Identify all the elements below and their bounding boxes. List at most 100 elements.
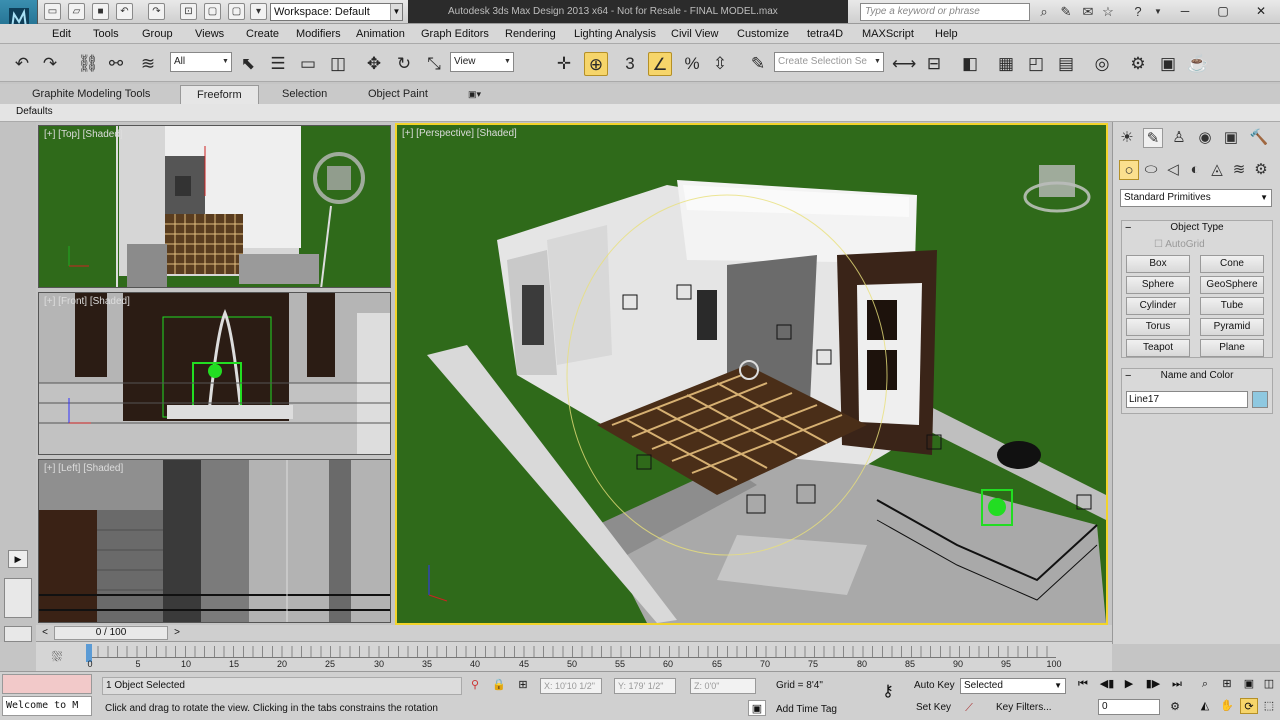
hierarchy-tab-icon[interactable]: ♙ xyxy=(1169,128,1189,148)
viewport-perspective-label[interactable]: [+] [Perspective] [Shaded] xyxy=(402,128,517,139)
menu-modifiers[interactable]: Modifiers xyxy=(296,27,341,41)
maximize-viewport-icon[interactable]: ⬚ xyxy=(1260,698,1278,714)
snaps-toggle-icon[interactable]: 3 xyxy=(618,52,642,76)
absolute-mode-icon[interactable]: ⊞ xyxy=(514,677,532,693)
viewport-front[interactable]: [+] [Front] [Shaded] xyxy=(38,292,391,455)
create-tab-icon[interactable]: ☀ xyxy=(1117,128,1137,148)
redo-icon[interactable]: ↷ xyxy=(38,52,62,76)
viewport-top-label[interactable]: [+] [Top] [Shaded] xyxy=(44,129,123,140)
primitive-category-select[interactable]: Standard Primitives ▼ xyxy=(1120,189,1272,207)
selection-filter-select[interactable]: All ▼ xyxy=(170,52,232,72)
torus-button[interactable]: Torus xyxy=(1126,318,1190,336)
menu-group[interactable]: Group xyxy=(142,27,173,41)
favorites-star-icon[interactable]: ☆ xyxy=(1100,4,1116,20)
menu-lighting-analysis[interactable]: Lighting Analysis xyxy=(574,27,656,41)
open-file-icon[interactable]: ▱ xyxy=(68,3,85,20)
search-input[interactable]: Type a keyword or phrase xyxy=(860,3,1030,21)
y-coordinate-field[interactable]: Y: 179' 1/2" xyxy=(614,678,676,694)
cylinder-button[interactable]: Cylinder xyxy=(1126,297,1190,315)
key-filters-button[interactable]: Key Filters... xyxy=(996,702,1052,713)
named-selection-input[interactable]: Create Selection Se ▼ xyxy=(774,52,884,72)
close-button[interactable]: ✕ xyxy=(1242,0,1280,22)
helpers-icon[interactable]: ◬ xyxy=(1207,160,1227,180)
zoom-extents-all-icon[interactable]: ◫ xyxy=(1260,676,1278,692)
display-tab-icon[interactable]: ▣ xyxy=(1221,128,1241,148)
menu-graph-editors[interactable]: Graph Editors xyxy=(421,27,489,41)
layout-tab-icon[interactable] xyxy=(4,578,32,618)
select-by-name-icon[interactable]: ☰ xyxy=(266,52,290,76)
material-editor-icon[interactable]: ◎ xyxy=(1090,52,1114,76)
help-icon[interactable]: ? xyxy=(1130,4,1146,20)
save-file-icon[interactable]: ■ xyxy=(92,3,109,20)
layout-tab-2-icon[interactable] xyxy=(4,626,32,642)
schematic-view-icon[interactable]: ▤ xyxy=(1054,52,1078,76)
pyramid-button[interactable]: Pyramid xyxy=(1200,318,1264,336)
set-key-button[interactable]: Set Key xyxy=(916,702,951,713)
fetch-icon[interactable]: ▢ xyxy=(204,3,221,20)
selection-lock-icon[interactable]: 🔒 xyxy=(490,677,508,693)
tab-selection[interactable]: Selection xyxy=(266,85,343,104)
graphite-toggle-icon[interactable]: ▦ xyxy=(994,52,1018,76)
isolate-selection-icon[interactable]: ⚲ xyxy=(466,677,484,693)
add-time-tag-button[interactable]: Add Time Tag xyxy=(776,704,837,715)
new-scene-icon[interactable]: ▭ xyxy=(44,3,61,20)
play-icon[interactable]: ▶ xyxy=(1120,676,1138,692)
key-mode-select[interactable]: Selected ▼ xyxy=(960,678,1066,694)
help-dropdown-icon[interactable]: ▼ xyxy=(1150,4,1166,20)
mirror-icon[interactable]: ⟷ xyxy=(892,52,916,76)
viewport-left-label[interactable]: [+] [Left] [Shaded] xyxy=(44,463,123,474)
menu-edit[interactable]: Edit xyxy=(52,27,71,41)
ribbon-options-icon[interactable]: ▣▾ xyxy=(464,85,485,104)
tab-object-paint[interactable]: Object Paint xyxy=(352,85,444,104)
auto-key-button[interactable]: Auto Key xyxy=(914,680,955,691)
current-frame-input[interactable]: 0 xyxy=(1098,699,1160,715)
tube-button[interactable]: Tube xyxy=(1200,297,1264,315)
name-and-color-header[interactable]: − Name and Color xyxy=(1122,369,1272,384)
zoom-extents-icon[interactable]: ▣ xyxy=(1240,676,1258,692)
zoom-all-icon[interactable]: ⊞ xyxy=(1218,676,1236,692)
next-frame-icon[interactable]: > xyxy=(170,626,184,640)
go-to-end-icon[interactable]: ⏭ xyxy=(1168,676,1186,692)
menu-tools[interactable]: Tools xyxy=(93,27,119,41)
geometry-icon[interactable]: ○ xyxy=(1119,160,1139,180)
pivot-center-icon[interactable]: ✛ xyxy=(552,52,576,76)
menu-customize[interactable]: Customize xyxy=(737,27,789,41)
menu-views[interactable]: Views xyxy=(195,27,224,41)
curve-editor-icon[interactable]: ◰ xyxy=(1024,52,1048,76)
orbit-icon[interactable]: ⟳ xyxy=(1240,698,1258,714)
z-coordinate-field[interactable]: Z: 0'0" xyxy=(690,678,756,694)
motion-tab-icon[interactable]: ◉ xyxy=(1195,128,1215,148)
menu-help[interactable]: Help xyxy=(935,27,958,41)
maximize-button[interactable]: ▢ xyxy=(1204,0,1242,22)
mini-curve-editor-icon[interactable]: ⛆ xyxy=(48,648,66,666)
lights-icon[interactable]: ◁ xyxy=(1163,160,1183,180)
viewport-top[interactable]: [+] [Top] [Shaded] xyxy=(38,125,391,288)
key-tangent-icon[interactable]: ⟋ xyxy=(960,700,978,716)
align-icon[interactable]: ⊟ xyxy=(922,52,946,76)
select-and-link-icon[interactable]: ⛓ xyxy=(76,52,100,76)
time-tag-icon[interactable]: ▣ xyxy=(748,700,766,716)
select-manipulate-icon[interactable]: ⊕ xyxy=(584,52,608,76)
box-button[interactable]: Box xyxy=(1126,255,1190,273)
render-production-icon[interactable]: ☕ xyxy=(1186,52,1210,76)
bind-space-warp-icon[interactable]: ≋ xyxy=(136,52,160,76)
next-key-icon[interactable]: ▮▶ xyxy=(1144,676,1162,692)
unlink-icon[interactable]: ⚯ xyxy=(104,52,128,76)
viewport-perspective[interactable]: [+] [Perspective] [Shaded] xyxy=(395,123,1108,625)
undo-icon[interactable]: ↶ xyxy=(116,3,133,20)
rectangular-region-icon[interactable]: ▭ xyxy=(296,52,320,76)
reference-coordinate-select[interactable]: View ▼ xyxy=(450,52,514,72)
window-crossing-icon[interactable]: ◫ xyxy=(326,52,350,76)
time-configuration-icon[interactable]: ⚙ xyxy=(1166,699,1184,715)
modify-tab-icon[interactable]: ✎ xyxy=(1143,128,1163,148)
select-and-scale-icon[interactable]: ⤡ xyxy=(422,52,446,76)
hold-icon[interactable]: ⊡ xyxy=(180,3,197,20)
render-setup-icon[interactable]: ⚙ xyxy=(1126,52,1150,76)
key-icon[interactable]: ⚷ xyxy=(876,684,900,700)
go-to-start-icon[interactable]: ⏮ xyxy=(1074,676,1092,692)
previous-frame-icon[interactable]: < xyxy=(38,626,52,640)
menu-create[interactable]: Create xyxy=(246,27,279,41)
minimize-button[interactable]: ─ xyxy=(1166,0,1204,22)
previous-key-icon[interactable]: ◀▮ xyxy=(1098,676,1116,692)
x-coordinate-field[interactable]: X: 10'10 1/2" xyxy=(540,678,602,694)
